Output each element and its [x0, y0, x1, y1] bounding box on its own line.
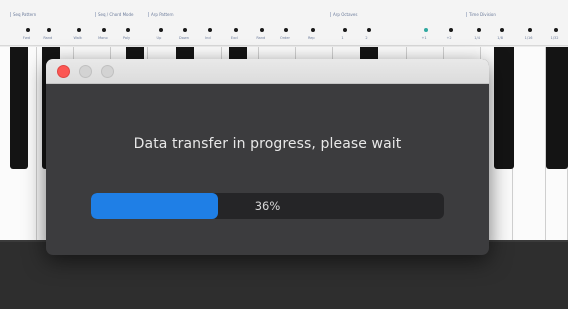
knob-label: 1/4 [474, 36, 480, 40]
parameter-knob [159, 28, 163, 32]
knob-label: Incl [205, 36, 212, 40]
white-key [513, 47, 546, 242]
black-key [10, 47, 28, 169]
knob-label: Rand [256, 36, 266, 40]
knob-label: Mono [98, 36, 108, 40]
parameter-knob [47, 28, 51, 32]
progress-message: Data transfer in progress, please wait [133, 136, 402, 152]
knob-label: 1/32 [550, 36, 559, 40]
black-key [494, 47, 514, 169]
parameter-knob [367, 28, 371, 32]
knob-label: 1/16 [524, 36, 533, 40]
zoom-window-button [101, 65, 114, 78]
progress-percent-label: 36% [254, 199, 281, 213]
section-label: Arp Octaves [330, 12, 357, 17]
control-strip: Seq Pattern Seq / Chord Mode Arp Pattern… [0, 0, 568, 46]
dialog-titlebar [46, 59, 489, 84]
parameter-knob [449, 28, 453, 32]
knob-label: 1 [341, 36, 344, 40]
minimize-window-button [79, 65, 92, 78]
parameter-knob [311, 28, 315, 32]
parameter-knob [477, 28, 481, 32]
parameter-knob [234, 28, 238, 32]
knob-label: Fwd [22, 36, 30, 40]
knob-label: Order [280, 36, 290, 40]
section-label: Time Division [466, 12, 496, 17]
parameter-knob [77, 28, 81, 32]
parameter-knob [528, 28, 532, 32]
knob-label: Rep [308, 36, 315, 40]
parameter-knob [183, 28, 187, 32]
knob-label: Up [156, 36, 162, 40]
parameter-knob [343, 28, 347, 32]
section-label: Seq Pattern [10, 12, 36, 17]
parameter-knob [102, 28, 106, 32]
transfer-progress-dialog: Data transfer in progress, please wait 3… [46, 59, 489, 255]
knob-label: 1/8 [497, 36, 503, 40]
section-label: Arp Pattern [148, 12, 174, 17]
close-window-button[interactable] [57, 65, 70, 78]
parameter-knob [424, 28, 428, 32]
parameter-knob [26, 28, 30, 32]
parameter-knob [554, 28, 558, 32]
black-key [546, 47, 568, 169]
knob-label: +2 [446, 36, 452, 40]
knob-label: 2 [365, 36, 368, 40]
parameter-knob [284, 28, 288, 32]
knob-label: Walk [73, 36, 82, 40]
knob-label: Rand [43, 36, 53, 40]
knob-label: Down [179, 36, 189, 40]
parameter-knob [500, 28, 504, 32]
section-label: Seq / Chord Mode [95, 12, 134, 17]
progress-bar: 36% [91, 193, 444, 219]
knob-label: Poly [122, 36, 131, 40]
parameter-knob [208, 28, 212, 32]
knob-label: +1 [421, 36, 427, 40]
knob-label: Excl [230, 36, 238, 40]
parameter-knob [260, 28, 264, 32]
parameter-knob [126, 28, 130, 32]
